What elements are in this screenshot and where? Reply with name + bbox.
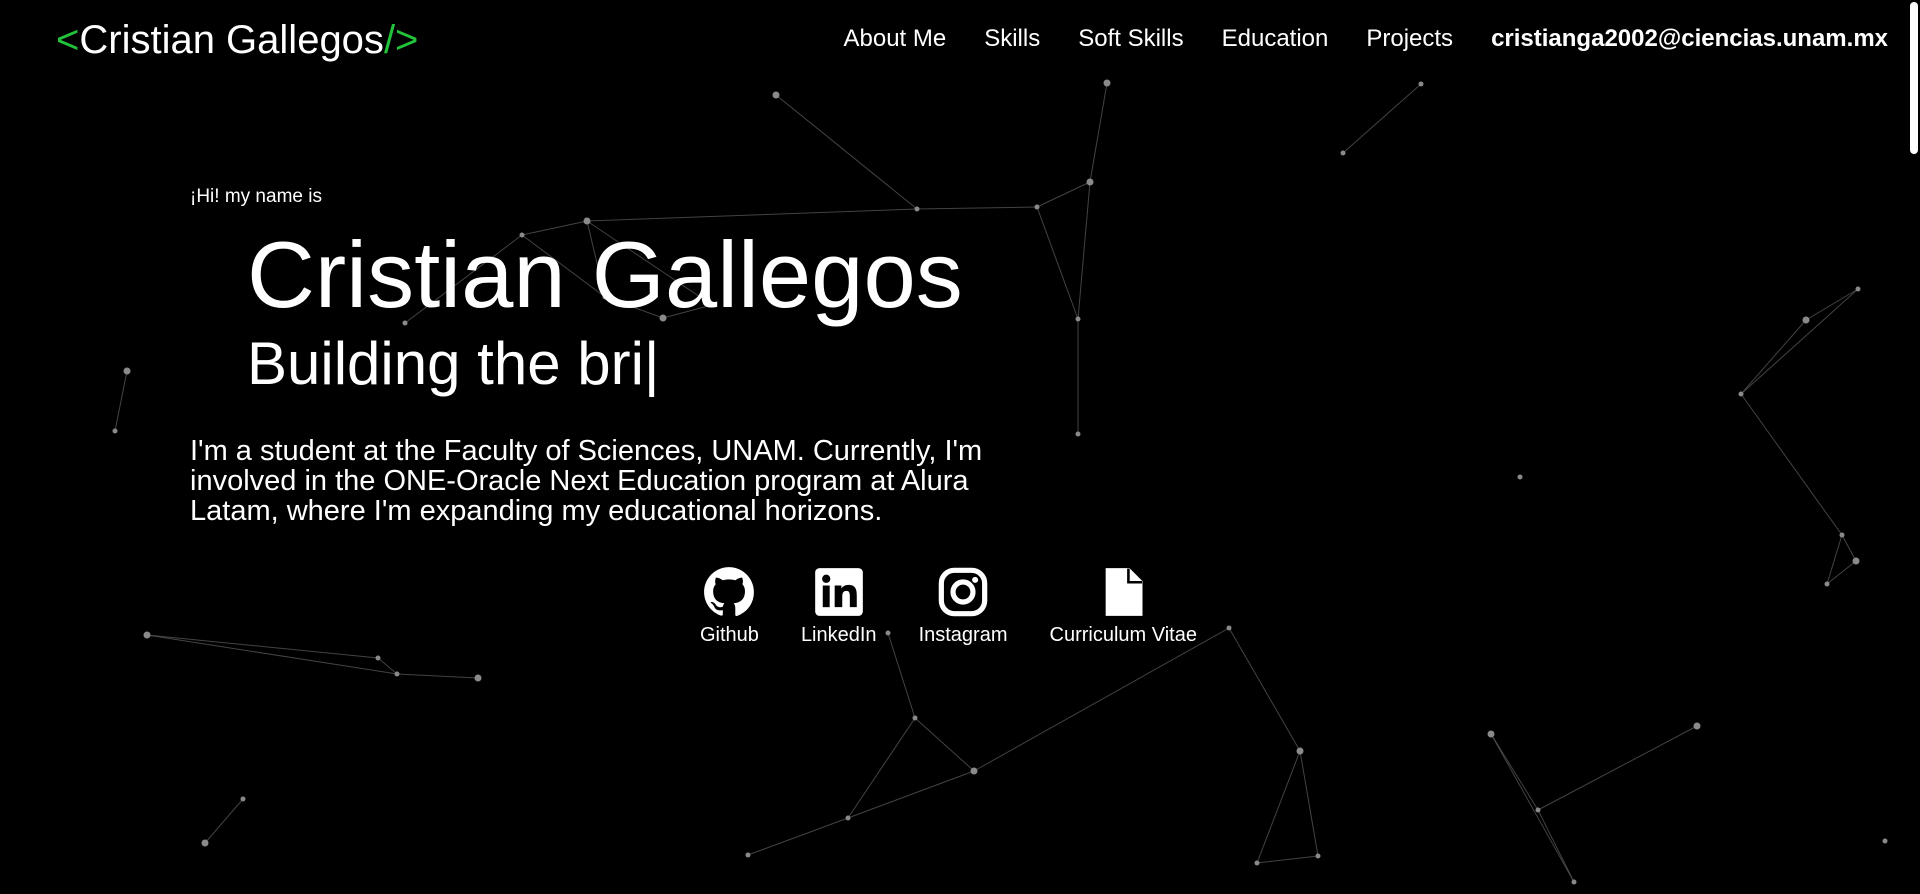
- network-line: [1228, 627, 1301, 752]
- network-line: [1841, 534, 1857, 562]
- network-dot: [1517, 474, 1523, 480]
- network-dot: [970, 767, 978, 775]
- linkedin-icon: [814, 568, 863, 616]
- network-line: [1537, 809, 1575, 883]
- network-dot: [1738, 391, 1744, 397]
- network-dot: [1571, 879, 1577, 885]
- scrollbar-thumb[interactable]: [1910, 2, 1918, 154]
- network-dot: [912, 715, 918, 721]
- network-line: [1490, 733, 1539, 811]
- network-line: [1256, 855, 1319, 864]
- network-line: [1256, 750, 1301, 864]
- network-line: [1740, 319, 1807, 395]
- network-line: [914, 717, 975, 772]
- network-line: [1089, 82, 1108, 183]
- network-line: [1826, 534, 1843, 585]
- network-dot: [394, 671, 400, 677]
- network-dot: [201, 839, 209, 847]
- nav-education[interactable]: Education: [1222, 22, 1329, 56]
- curriculum-vitae-link[interactable]: Curriculum Vitae: [1050, 566, 1197, 647]
- network-dot: [1852, 557, 1860, 565]
- greeting-text: ¡Hi! my name is: [190, 186, 322, 207]
- network-line: [1342, 83, 1422, 154]
- network-line: [146, 634, 398, 675]
- network-dot: [845, 815, 851, 821]
- nav-soft-skills[interactable]: Soft Skills: [1078, 22, 1183, 56]
- network-line: [1740, 393, 1843, 536]
- network-line: [847, 770, 975, 819]
- network-line: [1826, 560, 1857, 585]
- network-dot: [1254, 860, 1260, 866]
- network-line: [1077, 181, 1091, 320]
- github-icon: [704, 567, 755, 616]
- nav-projects[interactable]: Projects: [1366, 22, 1453, 56]
- network-dot: [1296, 747, 1304, 755]
- network-dot: [112, 428, 118, 434]
- network-line: [1036, 206, 1079, 320]
- network-dot: [143, 631, 151, 639]
- network-line: [916, 206, 1038, 210]
- network-dot: [1693, 722, 1701, 730]
- document-icon: [1105, 568, 1143, 616]
- network-line: [747, 817, 849, 856]
- network-dot: [1855, 286, 1861, 292]
- typing-tagline: Building the bri|: [247, 330, 660, 397]
- network-dot: [123, 367, 131, 375]
- network-line: [973, 627, 1230, 772]
- network-line: [775, 94, 918, 210]
- network-dot: [1086, 178, 1094, 186]
- nav-email-link[interactable]: cristianga2002@ciencias.unam.mx: [1491, 22, 1888, 56]
- network-dot: [1075, 316, 1081, 322]
- network-dot: [914, 206, 920, 212]
- linkedin-link[interactable]: LinkedIn: [801, 566, 877, 647]
- social-links: Github LinkedIn Instagram Curriculum Vit…: [700, 566, 1239, 647]
- network-dot: [772, 91, 780, 99]
- main-nav: About Me Skills Soft Skills Education Pr…: [843, 22, 1888, 56]
- network-line: [146, 634, 379, 659]
- linkedin-label: LinkedIn: [800, 624, 877, 646]
- network-dot: [474, 674, 482, 682]
- logo-close-bracket: />: [383, 18, 419, 62]
- github-label: Github: [700, 624, 759, 646]
- bio-paragraph: I'm a student at the Faculty of Sciences…: [190, 435, 983, 527]
- instagram-label: Instagram: [918, 624, 1008, 646]
- github-link[interactable]: Github: [700, 566, 759, 647]
- network-dot: [1075, 431, 1081, 437]
- nav-skills[interactable]: Skills: [984, 22, 1040, 56]
- network-line: [1537, 725, 1698, 811]
- network-line: [1805, 288, 1859, 321]
- network-dot: [1418, 81, 1424, 87]
- network-dot: [1839, 532, 1845, 538]
- network-dot: [1315, 853, 1321, 859]
- network-dot: [1487, 730, 1495, 738]
- network-dot: [1882, 838, 1888, 844]
- network-dot: [1535, 807, 1541, 813]
- page: <Cristian Gallegos/> About Me Skills Sof…: [0, 0, 1920, 894]
- nav-about-me[interactable]: About Me: [843, 22, 946, 56]
- hero-name: Cristian Gallegos: [247, 222, 963, 327]
- logo-link[interactable]: <Cristian Gallegos/>: [56, 14, 418, 66]
- network-dot: [1034, 204, 1040, 210]
- network-line: [847, 717, 916, 819]
- curriculum-vitae-label: Curriculum Vitae: [1049, 624, 1197, 646]
- logo-name: Cristian Gallegos: [79, 18, 384, 62]
- instagram-link[interactable]: Instagram: [919, 566, 1008, 647]
- network-dot: [1103, 79, 1111, 87]
- network-line: [1740, 288, 1859, 395]
- network-line: [1490, 733, 1575, 883]
- network-line: [396, 673, 479, 679]
- network-dot: [1824, 581, 1830, 587]
- network-line: [204, 798, 244, 844]
- network-line: [1299, 750, 1319, 857]
- network-line: [1036, 181, 1091, 208]
- network-dot: [745, 852, 751, 858]
- network-dot: [1802, 316, 1810, 324]
- network-dot: [1340, 150, 1346, 156]
- network-line: [114, 370, 128, 432]
- network-dot: [375, 655, 381, 661]
- logo-open-bracket: <: [56, 18, 80, 62]
- network-dot: [240, 796, 246, 802]
- instagram-icon: [938, 567, 988, 617]
